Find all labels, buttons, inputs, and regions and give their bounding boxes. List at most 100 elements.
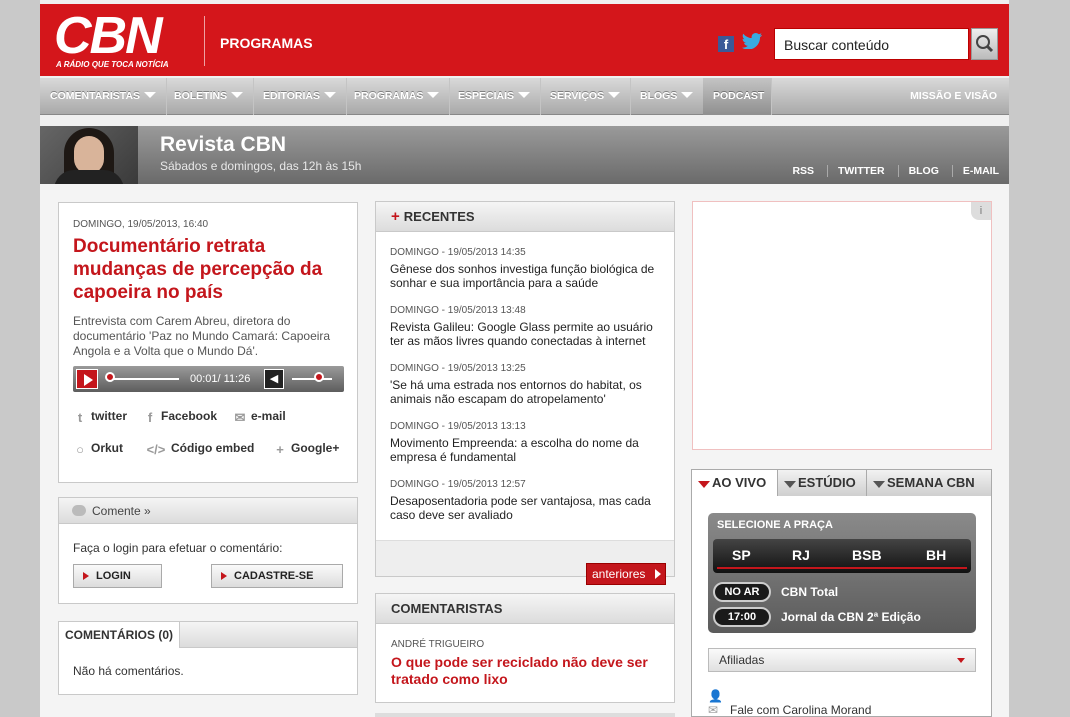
plus-icon: + xyxy=(391,208,400,225)
blog-link[interactable]: BLOG xyxy=(897,165,949,177)
search-input[interactable]: Buscar conteúdo xyxy=(774,28,969,60)
comentarista-name[interactable]: ANDRÉ TRIGUEIRO xyxy=(391,639,484,650)
anteriores-button[interactable]: anteriores xyxy=(586,563,666,585)
recentes-header: + RECENTES xyxy=(376,202,674,232)
nav-item-servicos[interactable]: SERVIÇOS xyxy=(540,78,632,115)
chevron-down-icon xyxy=(518,92,531,98)
chevron-down-icon xyxy=(681,92,694,98)
recent-item[interactable]: DOMINGO - 19/05/2013 12:57 Desaposentador… xyxy=(390,479,665,522)
city-bsb[interactable]: BSB xyxy=(852,547,882,563)
praca-selector: SELECIONE A PRAÇA SP RJ BSB BH NO AR CBN… xyxy=(708,513,976,633)
contact-host[interactable]: 👤✉ Fale com Carolina Morand xyxy=(708,689,871,717)
next-box-edge xyxy=(375,713,675,717)
recentes-box: + RECENTES DOMINGO - 19/05/2013 14:35 Gêne… xyxy=(375,201,675,585)
no-comments-text: Não há comentários. xyxy=(73,664,184,678)
next-time-badge: 17:00 xyxy=(713,607,771,627)
nav-item-boletins[interactable]: BOLETINS xyxy=(164,78,255,115)
progress-track[interactable] xyxy=(109,378,179,380)
tab-estudio[interactable]: ESTÚDIO xyxy=(777,469,867,497)
cbn-logo[interactable]: CBN xyxy=(54,10,163,62)
ad-slot[interactable]: i xyxy=(692,201,992,450)
mail-icon: ✉ xyxy=(234,410,246,425)
player-time: 00:01/ 11:26 xyxy=(190,373,251,385)
recent-item[interactable]: DOMINGO - 19/05/2013 14:35 Gênese dos son… xyxy=(390,247,665,290)
chevron-down-icon xyxy=(323,92,336,98)
volume-icon[interactable]: ◀ xyxy=(264,369,284,389)
main-nav: COMENTARISTAS BOLETINS EDITORIAS PROGRAM… xyxy=(40,78,1009,115)
recent-item[interactable]: DOMINGO - 19/05/2013 13:25 'Se há uma est… xyxy=(390,363,665,406)
chevron-down-icon xyxy=(427,92,440,98)
share-email[interactable]: ✉ e-mail xyxy=(233,409,286,425)
search-icon xyxy=(976,35,994,53)
audio-player: 00:01/ 11:26 ◀ xyxy=(73,366,344,392)
header-divider xyxy=(204,16,205,66)
share-orkut[interactable]: ○ Orkut xyxy=(73,441,123,457)
nav-item-especiais[interactable]: ESPECIAIS xyxy=(448,78,542,115)
volume-track[interactable] xyxy=(292,378,332,380)
comentaristas-header: COMENTARISTAS xyxy=(376,594,674,624)
volume-knob[interactable] xyxy=(314,372,324,382)
program-links: RSS TWITTER BLOG E-MAIL xyxy=(782,165,999,177)
email-link[interactable]: E-MAIL xyxy=(951,165,999,177)
city-rj[interactable]: RJ xyxy=(792,547,810,563)
share-twitter[interactable]: t twitter xyxy=(73,409,127,425)
login-button[interactable]: LOGIN xyxy=(73,564,162,588)
comment-header[interactable]: Comente » xyxy=(59,498,357,524)
nav-item-programas[interactable]: PROGRAMAS xyxy=(344,78,451,115)
program-schedule: Sábados e domingos, das 12h às 15h xyxy=(160,159,362,173)
afiliadas-dropdown[interactable]: Afiliadas xyxy=(708,648,976,672)
share-facebook[interactable]: f Facebook xyxy=(143,409,217,425)
code-icon: </> xyxy=(146,442,166,457)
section-title[interactable]: PROGRAMAS xyxy=(220,35,313,51)
comments-header: COMENTÁRIOS (0) xyxy=(59,622,357,648)
site-header: CBN A RÁDIO QUE TOCA NOTÍCIA PROGRAMAS f… xyxy=(40,4,1009,76)
live-tabs: AO VIVO ESTÚDIO SEMANA CBN xyxy=(691,469,992,497)
on-air-badge: NO AR xyxy=(713,582,771,602)
nav-missao-visao[interactable]: MISSÃO E VISÃO xyxy=(910,78,997,115)
signup-button[interactable]: CADASTRE-SE xyxy=(211,564,343,588)
orkut-icon: ○ xyxy=(76,442,84,457)
chevron-down-icon xyxy=(231,92,244,98)
share-embed[interactable]: </> Código embed xyxy=(145,441,255,457)
search-button[interactable] xyxy=(971,28,998,60)
page-wrapper: CBN A RÁDIO QUE TOCA NOTÍCIA PROGRAMAS f… xyxy=(40,0,1009,717)
now-playing-title[interactable]: CBN Total xyxy=(781,585,838,599)
featured-article: DOMINGO, 19/05/2013, 16:40 Documentário … xyxy=(58,202,358,483)
program-title: Revista CBN xyxy=(160,133,287,156)
city-sp[interactable]: SP xyxy=(732,547,751,563)
info-icon[interactable]: i xyxy=(971,202,991,220)
nav-item-blogs[interactable]: BLOGS xyxy=(630,78,705,115)
comment-login-box: Comente » Faça o login para efetuar o co… xyxy=(58,497,358,604)
google-plus-icon: + xyxy=(276,442,284,457)
contact-icon: 👤✉ xyxy=(708,689,723,717)
city-bar: SP RJ BSB BH xyxy=(713,539,971,573)
share-google[interactable]: + Google+ xyxy=(273,441,339,457)
article-description: Entrevista com Carem Abreu, diretora do … xyxy=(73,314,331,358)
article-title[interactable]: Documentário retrata mudanças de percepç… xyxy=(73,235,353,304)
next-program-title[interactable]: Jornal da CBN 2ª Edição xyxy=(781,610,921,624)
twitter-icon: t xyxy=(77,410,83,425)
host-photo xyxy=(40,126,138,184)
comentarista-title[interactable]: O que pode ser reciclado não deve ser tr… xyxy=(391,654,666,688)
praca-title: SELECIONE A PRAÇA xyxy=(717,519,833,531)
facebook-icon: f xyxy=(147,410,153,425)
progress-knob[interactable] xyxy=(105,372,115,382)
rss-link[interactable]: RSS xyxy=(782,165,824,177)
comentaristas-box: COMENTARISTAS ANDRÉ TRIGUEIRO O que pode… xyxy=(375,593,675,703)
comment-bubble-icon xyxy=(72,505,86,516)
main-content: DOMINGO, 19/05/2013, 16:40 Documentário … xyxy=(40,184,1009,717)
recent-item[interactable]: DOMINGO - 19/05/2013 13:13 Movimento Empr… xyxy=(390,421,665,464)
recent-item[interactable]: DOMINGO - 19/05/2013 13:48 Revista Galile… xyxy=(390,305,665,348)
nav-item-comentaristas[interactable]: COMENTARISTAS xyxy=(40,78,168,115)
tab-ao-vivo[interactable]: AO VIVO xyxy=(691,469,778,497)
tab-semana-cbn[interactable]: SEMANA CBN xyxy=(866,469,992,497)
twitter-link[interactable]: TWITTER xyxy=(826,165,895,177)
live-panel: SELECIONE A PRAÇA SP RJ BSB BH NO AR CBN… xyxy=(691,496,992,717)
logo-tagline: A RÁDIO QUE TOCA NOTÍCIA xyxy=(56,60,169,69)
play-button[interactable] xyxy=(76,369,98,389)
facebook-icon[interactable]: f xyxy=(718,36,734,52)
twitter-icon[interactable] xyxy=(742,33,762,54)
nav-item-podcast[interactable]: PODCAST xyxy=(703,78,772,115)
nav-item-editorias[interactable]: EDITORIAS xyxy=(253,78,347,115)
city-bh[interactable]: BH xyxy=(926,547,946,563)
